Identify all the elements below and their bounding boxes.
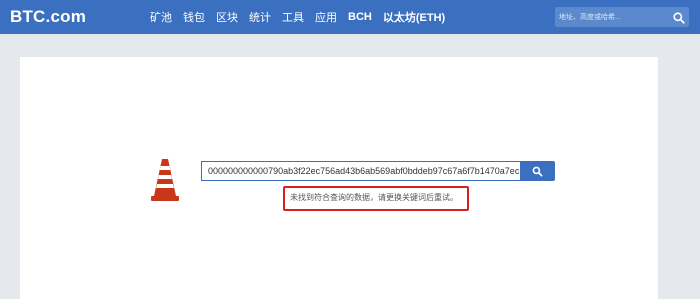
search-button[interactable] bbox=[520, 161, 555, 181]
search-input[interactable] bbox=[201, 161, 521, 181]
nav-item-stats[interactable]: 统计 bbox=[249, 9, 271, 25]
nav-item-blocks[interactable]: 区块 bbox=[216, 9, 238, 25]
search-icon bbox=[532, 166, 543, 177]
nav-search-input[interactable] bbox=[555, 7, 665, 27]
nav-item-bch[interactable]: BCH bbox=[348, 11, 372, 23]
nav-search-box bbox=[555, 7, 689, 27]
traffic-cone-icon bbox=[151, 159, 179, 201]
main-nav: 矿池 钱包 区块 统计 工具 应用 BCH 以太坊(ETH) bbox=[150, 0, 456, 34]
nav-item-apps[interactable]: 应用 bbox=[315, 9, 337, 25]
nav-item-tools[interactable]: 工具 bbox=[282, 9, 304, 25]
nav-item-eth[interactable]: 以太坊(ETH) bbox=[383, 9, 445, 25]
top-navbar: BTC.com 矿池 钱包 区块 统计 工具 应用 BCH 以太坊(ETH) bbox=[0, 0, 700, 34]
site-logo[interactable]: BTC.com bbox=[10, 6, 86, 28]
nav-item-pool[interactable]: 矿池 bbox=[150, 9, 172, 25]
nav-item-wallet[interactable]: 钱包 bbox=[183, 9, 205, 25]
search-icon bbox=[673, 12, 685, 24]
no-results-message: 未找到符合查询的数据，请更换关键词后重试。 bbox=[290, 193, 458, 202]
nav-search-button[interactable] bbox=[672, 10, 686, 24]
